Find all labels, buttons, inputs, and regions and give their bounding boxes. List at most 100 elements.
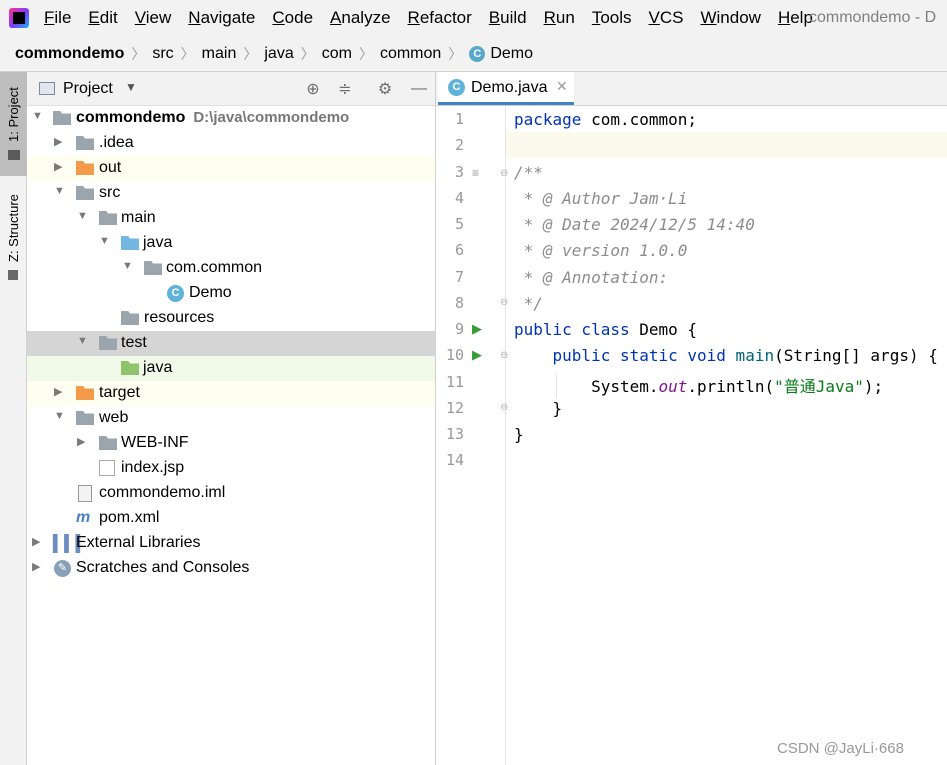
tree-item-java-source[interactable]: ▼ java bbox=[27, 231, 435, 256]
tree-item-scratches[interactable]: ▶ ✎ Scratches and Consoles bbox=[27, 556, 435, 581]
tab-project-tool[interactable]: 1: Project bbox=[0, 72, 27, 176]
module-file-icon bbox=[78, 485, 92, 502]
expanded-arrow-icon[interactable]: ▼ bbox=[32, 110, 43, 122]
menu-navigate[interactable]: Navigate bbox=[188, 8, 255, 28]
line-number: 14 bbox=[445, 451, 464, 469]
code-area[interactable]: package com.common; /** * @ Author Jam·L… bbox=[506, 106, 947, 765]
doc-render-icon[interactable]: ≡ bbox=[472, 166, 479, 180]
menu-vcs[interactable]: VCS bbox=[649, 8, 684, 28]
line-number: 7 bbox=[454, 268, 464, 286]
collapse-all-icon[interactable]: ≑ bbox=[335, 79, 355, 99]
test-folder-icon bbox=[121, 361, 139, 375]
menu-run[interactable]: Run bbox=[544, 8, 575, 28]
gear-icon[interactable]: ⚙ bbox=[375, 79, 395, 99]
project-panel-title[interactable]: Project bbox=[63, 80, 113, 98]
tab-label: Demo.java bbox=[471, 79, 548, 96]
tree-item-main[interactable]: ▼ main bbox=[27, 206, 435, 231]
tree-item-src[interactable]: ▼ src bbox=[27, 181, 435, 206]
tab-demo-java[interactable]: C Demo.java ✕ bbox=[438, 72, 574, 105]
breadcrumb-item[interactable]: common bbox=[380, 45, 441, 63]
tree-item-web-inf[interactable]: ▶ WEB-INF bbox=[27, 431, 435, 456]
web-folder-icon bbox=[76, 411, 94, 425]
line-number: 4 bbox=[454, 189, 464, 207]
close-icon[interactable]: ✕ bbox=[556, 78, 568, 95]
tree-item-label: pom.xml bbox=[99, 509, 160, 526]
folder-icon bbox=[76, 186, 94, 200]
scratches-icon: ✎ bbox=[54, 560, 71, 577]
maven-icon: m bbox=[76, 509, 91, 526]
menu-refactor[interactable]: Refactor bbox=[408, 8, 472, 28]
menu-file[interactable]: File bbox=[44, 8, 71, 28]
breadcrumb-item[interactable]: Demo bbox=[490, 45, 533, 63]
tree-item-out[interactable]: ▶ out bbox=[27, 156, 435, 181]
menu-bar: File Edit View Navigate Code Analyze Ref… bbox=[0, 0, 947, 36]
expanded-arrow-icon[interactable]: ▼ bbox=[99, 235, 110, 247]
menu-window[interactable]: Window bbox=[700, 8, 760, 28]
folder-icon bbox=[99, 211, 117, 225]
breadcrumb: commondemo 〉 src 〉 main 〉 java 〉 com 〉 c… bbox=[0, 36, 947, 72]
tab-structure-tool[interactable]: Z: Structure bbox=[0, 180, 27, 290]
breadcrumb-item[interactable]: commondemo bbox=[15, 45, 124, 63]
collapsed-arrow-icon[interactable]: ▶ bbox=[77, 435, 85, 448]
breadcrumb-item[interactable]: com bbox=[322, 45, 352, 63]
tree-item-target[interactable]: ▶ target bbox=[27, 381, 435, 406]
menu-code[interactable]: Code bbox=[272, 8, 313, 28]
tree-item-resources[interactable]: resources bbox=[27, 306, 435, 331]
folder-icon bbox=[76, 136, 94, 150]
collapsed-arrow-icon[interactable]: ▶ bbox=[54, 135, 62, 148]
breadcrumb-item[interactable]: java bbox=[264, 45, 293, 63]
tree-item-label: main bbox=[121, 209, 156, 226]
expanded-arrow-icon[interactable]: ▼ bbox=[77, 335, 88, 347]
chevron-right-icon: 〉 bbox=[358, 45, 373, 62]
tree-item-test[interactable]: ▼ test bbox=[27, 331, 435, 356]
tree-item-label: target bbox=[99, 384, 140, 401]
collapsed-arrow-icon[interactable]: ▶ bbox=[54, 160, 62, 173]
collapsed-arrow-icon[interactable]: ▶ bbox=[32, 535, 40, 548]
menu-tools[interactable]: Tools bbox=[592, 8, 632, 28]
folder-icon bbox=[99, 336, 117, 350]
menu-help[interactable]: Help bbox=[778, 8, 813, 28]
expanded-arrow-icon[interactable]: ▼ bbox=[122, 260, 133, 272]
menu-build[interactable]: Build bbox=[489, 8, 527, 28]
tree-item-java-test[interactable]: java bbox=[27, 356, 435, 381]
tree-item-iml[interactable]: commondemo.iml bbox=[27, 481, 435, 506]
expanded-arrow-icon[interactable]: ▼ bbox=[54, 185, 65, 197]
tree-item-pom[interactable]: m pom.xml bbox=[27, 506, 435, 531]
chevron-right-icon: 〉 bbox=[243, 45, 258, 62]
expanded-arrow-icon[interactable]: ▼ bbox=[77, 210, 88, 222]
tree-item-web[interactable]: ▼ web bbox=[27, 406, 435, 431]
menu-view[interactable]: View bbox=[135, 8, 172, 28]
tree-item-label: .idea bbox=[99, 134, 134, 151]
hide-icon[interactable]: — bbox=[409, 79, 429, 99]
code-line: /** bbox=[514, 163, 543, 182]
menu-edit[interactable]: Edit bbox=[88, 8, 117, 28]
package-icon bbox=[144, 261, 162, 275]
tree-item-index-jsp[interactable]: index.jsp bbox=[27, 456, 435, 481]
breadcrumb-item[interactable]: src bbox=[152, 45, 173, 63]
tree-item-commondemo[interactable]: ▼ commondemo D:\java\commondemo bbox=[27, 106, 435, 131]
collapsed-arrow-icon[interactable]: ▶ bbox=[32, 560, 40, 573]
collapsed-arrow-icon[interactable]: ▶ bbox=[54, 385, 62, 398]
chevron-down-icon[interactable]: ▼ bbox=[125, 80, 137, 94]
run-icon[interactable]: ▶ bbox=[472, 347, 482, 363]
run-icon[interactable]: ▶ bbox=[472, 321, 482, 337]
tool-window-strip: 1: Project Z: Structure bbox=[0, 72, 27, 765]
tree-item-package[interactable]: ▼ com.common bbox=[27, 256, 435, 281]
code-line: * @ Annotation: bbox=[514, 268, 669, 287]
expanded-arrow-icon[interactable]: ▼ bbox=[54, 410, 65, 422]
excluded-folder-icon bbox=[76, 161, 94, 175]
jsp-file-icon bbox=[99, 460, 115, 476]
editor-tabs: C Demo.java ✕ bbox=[436, 72, 947, 106]
breadcrumb-item[interactable]: main bbox=[202, 45, 237, 63]
current-line-highlight bbox=[506, 132, 947, 158]
menu-analyze[interactable]: Analyze bbox=[330, 8, 390, 28]
tree-item-idea[interactable]: ▶ .idea bbox=[27, 131, 435, 156]
chevron-right-icon: 〉 bbox=[448, 45, 463, 62]
tree-item-external-libraries[interactable]: ▶ ▍▍▍ External Libraries bbox=[27, 531, 435, 556]
code-editor: C Demo.java ✕ 1 2 3 4 5 6 7 8 9 10 11 12… bbox=[436, 72, 947, 765]
tree-item-demo-class[interactable]: C Demo bbox=[27, 281, 435, 306]
main-menu: File Edit View Navigate Code Analyze Ref… bbox=[44, 0, 830, 36]
line-number: 8 bbox=[454, 294, 464, 312]
locate-icon[interactable]: ⊕ bbox=[303, 79, 323, 99]
tree-item-label: WEB-INF bbox=[121, 434, 189, 451]
